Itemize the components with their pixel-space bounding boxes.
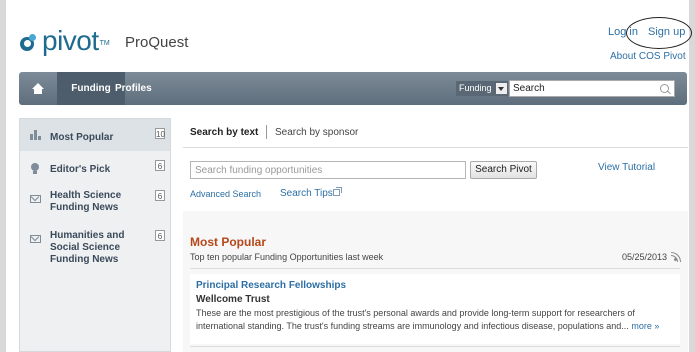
search-tips-link[interactable]: Search Tips (280, 188, 333, 199)
divider (190, 268, 680, 269)
list-item: Principal Research Fellowships Wellcome … (190, 274, 680, 344)
sidebar-item-label: Humanities and Social Science Funding Ne… (50, 230, 125, 265)
page: pivot TM ProQuest Log in Sign up About C… (0, 0, 695, 352)
mail-icon (30, 195, 41, 203)
search-scope-value: Funding (459, 83, 492, 93)
sidebar: Most Popular 10 Editor's Pick 6 Health S… (19, 118, 171, 352)
about-link[interactable]: About COS Pivot (610, 51, 686, 62)
tab-search-by-text[interactable]: Search by text (190, 127, 258, 138)
advanced-search-link[interactable]: Advanced Search (190, 189, 261, 199)
rss-icon[interactable] (671, 252, 683, 262)
search-icon[interactable] (660, 84, 669, 93)
sidebar-item-humanities[interactable]: Humanities and Social Science Funding Ne… (20, 227, 170, 265)
home-icon (31, 83, 44, 94)
opportunity-title-link[interactable]: Principal Research Fellowships (196, 280, 346, 291)
sidebar-item-most-popular[interactable]: Most Popular 10 (20, 119, 170, 151)
section-date: 05/25/2013 (622, 252, 668, 262)
proquest-brand: ProQuest (125, 34, 189, 51)
count-badge: 6 (155, 160, 165, 171)
opportunity-description: These are the most prestigious of the tr… (196, 307, 676, 333)
opportunity-sponsor: Wellcome Trust (196, 294, 270, 305)
sidebar-item-label: Health Science Funding News (50, 190, 122, 213)
logo-text: pivot (42, 25, 99, 56)
sidebar-item-health-science[interactable]: Health Science Funding News 6 (20, 187, 170, 217)
count-badge: 10 (155, 128, 165, 139)
search-scope-select[interactable]: Funding (456, 81, 508, 96)
pivot-logo-icon (20, 34, 38, 52)
divider (190, 346, 680, 347)
sidebar-item-label: Editor's Pick (50, 164, 111, 175)
pivot-logo[interactable]: pivot TM (20, 26, 110, 56)
count-badge: 6 (155, 190, 165, 201)
divider (183, 147, 688, 148)
left-border (0, 0, 6, 352)
main-nav: Funding Profiles Funding Search (19, 72, 687, 105)
funding-search-input[interactable]: Search funding opportunities (190, 161, 466, 179)
tab-profiles[interactable]: Profiles (115, 72, 152, 105)
section-subtitle: Top ten popular Funding Opportunities la… (190, 252, 384, 262)
description-text: These are the most prestigious of the tr… (196, 308, 635, 331)
annotation-circle (626, 17, 692, 49)
chevron-down-icon (496, 83, 507, 94)
count-badge: 6 (155, 230, 165, 241)
right-border (689, 0, 695, 352)
mail-icon (30, 235, 41, 243)
external-link-icon (333, 187, 342, 196)
lightbulb-icon (30, 163, 41, 174)
view-tutorial-link[interactable]: View Tutorial (598, 162, 655, 173)
nav-search-input[interactable]: Search (509, 80, 675, 97)
tab-separator (266, 125, 267, 139)
more-link[interactable]: more » (631, 321, 659, 331)
tab-search-by-sponsor[interactable]: Search by sponsor (275, 127, 358, 138)
nav-search-value: Search (513, 83, 545, 94)
search-pivot-button[interactable]: Search Pivot (470, 161, 537, 179)
sidebar-item-editors-pick[interactable]: Editor's Pick 6 (20, 157, 170, 179)
section-title: Most Popular (190, 235, 267, 249)
logo-trademark: TM (99, 39, 110, 47)
bar-chart-icon (30, 130, 41, 140)
home-button[interactable] (19, 72, 56, 105)
search-placeholder: Search funding opportunities (195, 165, 323, 176)
sidebar-item-label: Most Popular (50, 132, 114, 143)
